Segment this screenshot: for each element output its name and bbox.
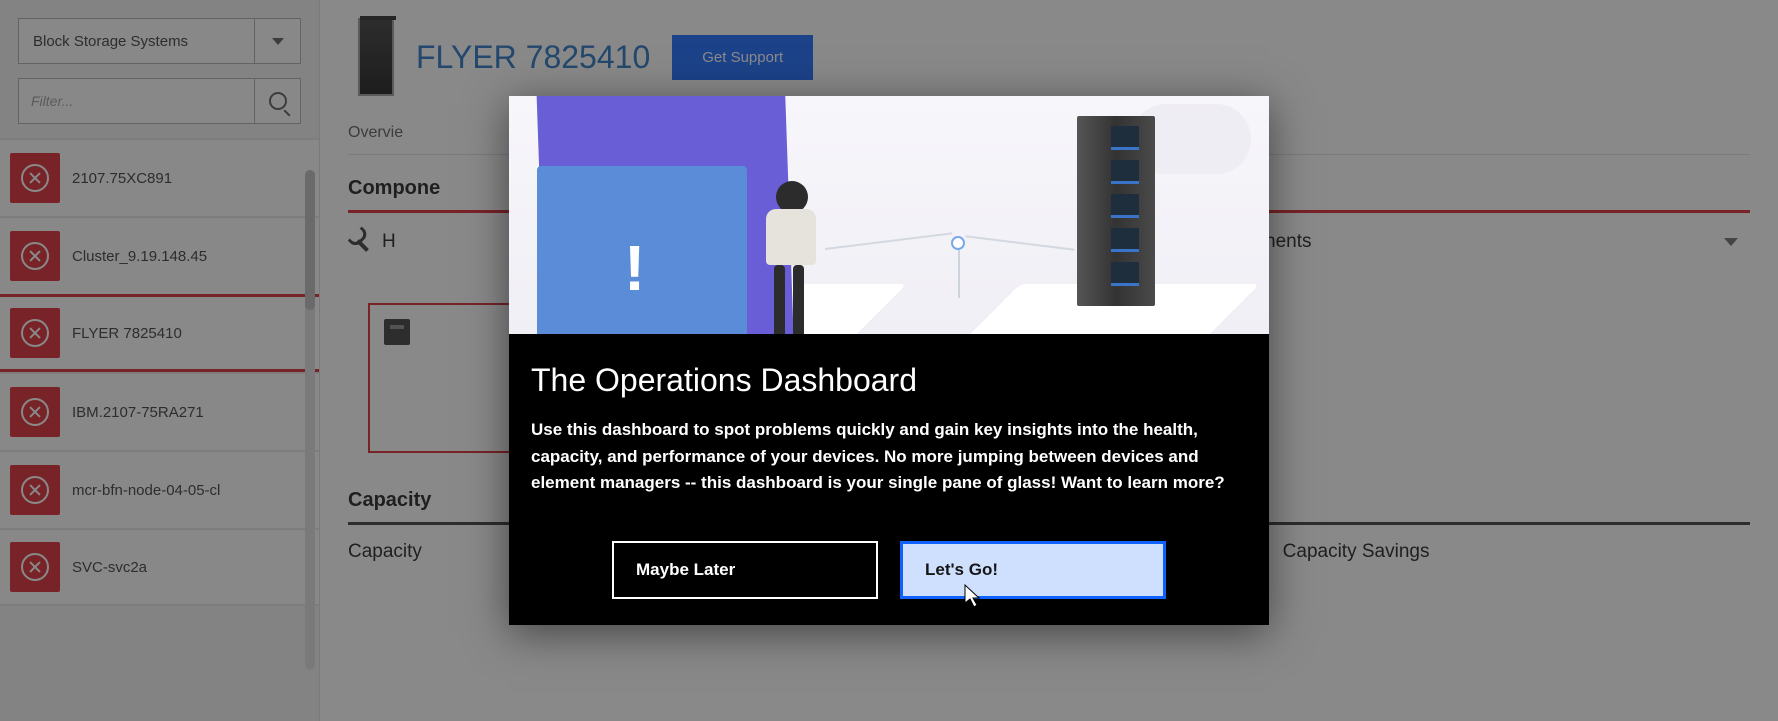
modal-hero-illustration: !	[509, 96, 1269, 334]
modal-actions: Maybe Later Let's Go!	[531, 541, 1247, 599]
maybe-later-button[interactable]: Maybe Later	[612, 541, 878, 599]
onboarding-modal: ! The Operations Dashboard Use this dash…	[509, 96, 1269, 624]
modal-body: The Operations Dashboard Use this dashbo…	[509, 334, 1269, 624]
modal-description: Use this dashboard to spot problems quic…	[531, 417, 1247, 496]
modal-overlay[interactable]: ! The Operations Dashboard Use this dash…	[0, 0, 1778, 721]
modal-title: The Operations Dashboard	[531, 362, 1247, 399]
lets-go-button[interactable]: Let's Go!	[900, 541, 1166, 599]
